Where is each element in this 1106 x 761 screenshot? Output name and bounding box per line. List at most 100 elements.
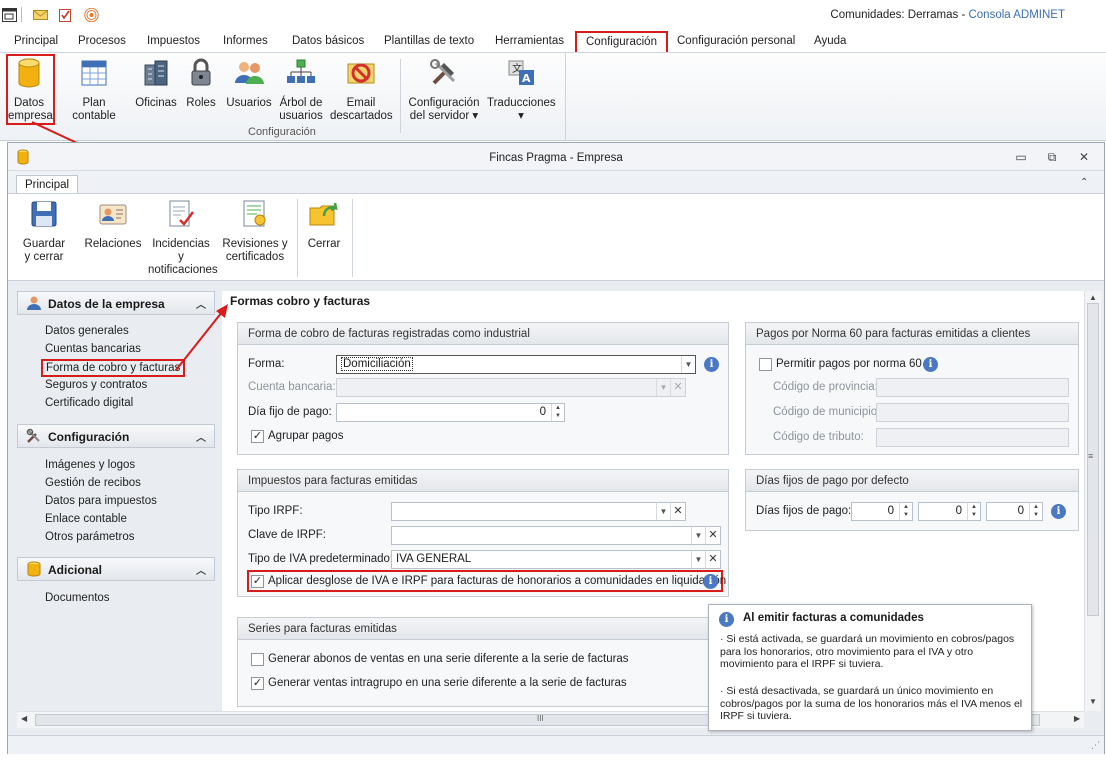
- nav-item-imagenes-logos[interactable]: Imágenes y logos: [45, 459, 135, 471]
- collapse-ribbon-icon[interactable]: ⌃: [1080, 177, 1088, 188]
- nav-item-gestion-recibos[interactable]: Gestión de recibos: [45, 477, 141, 489]
- nav-group-adicional[interactable]: Adicional ︿: [17, 557, 215, 581]
- usuarios-button[interactable]: Usuarios: [226, 57, 272, 110]
- minimize-button[interactable]: ▭: [1014, 150, 1028, 164]
- scroll-left-icon[interactable]: ◀: [21, 714, 27, 723]
- tab-informes[interactable]: Informes: [223, 35, 268, 47]
- plan-contable-button[interactable]: Plan contable: [60, 57, 128, 123]
- generar-intragrupo-checkbox[interactable]: ✓: [251, 677, 264, 690]
- tab-herramientas[interactable]: Herramientas: [495, 35, 564, 47]
- tipo-iva-label: Tipo de IVA predeterminado:: [248, 553, 394, 565]
- tab-datos-basicos[interactable]: Datos básicos: [292, 35, 364, 47]
- spinner-icon[interactable]: ▲ ▼: [967, 503, 980, 520]
- revisiones-y-certificados-button[interactable]: Revisiones y certificados: [222, 198, 288, 264]
- codigo-municipio-label: Código de municipio:: [773, 406, 881, 418]
- tipo-irpf-select[interactable]: ▼ ✕: [391, 502, 686, 521]
- dia-fijo-1-input[interactable]: 0 ▲ ▼: [851, 502, 913, 521]
- codigo-provincia-input[interactable]: [876, 378, 1069, 397]
- dia-fijo-2-input[interactable]: 0 ▲ ▼: [918, 502, 981, 521]
- aplicar-desglose-checkbox[interactable]: ✓: [251, 575, 264, 588]
- nav-item-otros-parametros[interactable]: Otros parámetros: [45, 531, 134, 543]
- tab-principal[interactable]: Principal: [14, 35, 58, 47]
- cuenta-bancaria-label: Cuenta bancaria:: [248, 381, 336, 393]
- window-ribbon: Guardar y cerrar Relaciones Incidencias y…: [8, 193, 1104, 281]
- nav-item-cuentas-bancarias[interactable]: Cuentas bancarias: [45, 343, 141, 355]
- clear-icon[interactable]: ✕: [705, 527, 720, 544]
- vertical-scrollbar[interactable]: ▲ ≡ ▼: [1084, 291, 1101, 711]
- oficinas-button[interactable]: Oficinas: [135, 57, 177, 110]
- tooltip-paragraph-2: · Si está desactivada, se guardará un ún…: [720, 685, 1023, 722]
- nav-group-configuracion[interactable]: Configuración ︿: [17, 424, 215, 448]
- arbol-de-usuarios-button[interactable]: Árbol de usuarios: [278, 57, 324, 123]
- info-icon[interactable]: i: [703, 574, 718, 589]
- window-tab-principal[interactable]: Principal: [16, 175, 78, 195]
- nav-item-datos-impuestos[interactable]: Datos para impuestos: [45, 495, 157, 507]
- chevron-down-icon[interactable]: ▼: [656, 503, 670, 520]
- forma-select[interactable]: Domiciliación ▼: [336, 355, 696, 374]
- resize-grip-icon[interactable]: ⋰: [1091, 740, 1100, 751]
- chevron-down-icon[interactable]: ▼: [691, 527, 705, 544]
- clear-icon[interactable]: ✕: [670, 379, 685, 396]
- clear-icon[interactable]: ✕: [705, 551, 720, 568]
- spinner-icon[interactable]: ▲ ▼: [551, 404, 564, 421]
- tab-plantillas-de-texto[interactable]: Plantillas de texto: [384, 35, 474, 47]
- scroll-down-icon[interactable]: ▼: [1089, 697, 1097, 706]
- nav-item-documentos[interactable]: Documentos: [45, 592, 110, 604]
- tab-procesos[interactable]: Procesos: [78, 35, 126, 47]
- red-arrow-2: [175, 304, 228, 371]
- dia-fijo-3-input[interactable]: 0 ▲ ▼: [986, 502, 1043, 521]
- roles-button[interactable]: Roles: [185, 57, 217, 110]
- nav-item-certificado-digital[interactable]: Certificado digital: [45, 397, 133, 409]
- incidencias-y-notificaciones-button[interactable]: Incidencias y notificaciones: [148, 198, 218, 277]
- broadcast-icon[interactable]: [84, 8, 99, 22]
- clave-irpf-select[interactable]: ▼ ✕: [391, 526, 721, 545]
- mail-icon[interactable]: [33, 8, 48, 22]
- svg-text:A: A: [522, 72, 531, 85]
- scroll-right-icon[interactable]: ▶: [1074, 714, 1080, 723]
- tab-configuracion[interactable]: Configuración: [575, 31, 668, 53]
- quick-access-bar: Comunidades: Derramas - Consola ADMINET: [0, 0, 1106, 31]
- chevron-down-icon[interactable]: ▼: [656, 379, 670, 396]
- info-icon[interactable]: i: [704, 357, 719, 372]
- guardar-y-cerrar-button[interactable]: Guardar y cerrar: [18, 198, 70, 264]
- agrupar-pagos-checkbox[interactable]: ✓: [251, 430, 264, 443]
- tab-impuestos[interactable]: Impuestos: [147, 35, 200, 47]
- tooltip-paragraph-1: · Si está activada, se guardará un movim…: [720, 633, 1015, 670]
- info-icon[interactable]: i: [923, 357, 938, 372]
- nav-item-enlace-contable[interactable]: Enlace contable: [45, 513, 127, 525]
- info-icon[interactable]: i: [1051, 504, 1066, 519]
- tab-ayuda[interactable]: Ayuda: [814, 35, 846, 47]
- generar-abonos-checkbox[interactable]: [251, 653, 264, 666]
- tools-small-icon: [26, 428, 40, 443]
- cerrar-button[interactable]: Cerrar: [304, 198, 344, 251]
- spinner-icon[interactable]: ▲ ▼: [1029, 503, 1042, 520]
- permitir-norma60-checkbox[interactable]: [759, 358, 772, 371]
- relaciones-button[interactable]: Relaciones: [84, 198, 142, 251]
- ribbon-group-label: Configuración: [248, 126, 316, 138]
- clear-icon[interactable]: ✕: [670, 503, 685, 520]
- tasks-icon[interactable]: [58, 8, 73, 22]
- nav-item-seguros-contratos[interactable]: Seguros y contratos: [45, 379, 147, 391]
- dia-fijo-input[interactable]: 0 ▲ ▼: [336, 403, 565, 422]
- traducciones-button[interactable]: 文A Traducciones ▾: [487, 57, 556, 123]
- codigo-provincia-label: Código de provincia:: [773, 381, 878, 393]
- agrupar-pagos-label: Agrupar pagos: [268, 430, 344, 442]
- restore-button[interactable]: ⧉: [1045, 150, 1059, 164]
- chevron-down-icon[interactable]: ▼: [681, 356, 695, 373]
- cuenta-bancaria-select[interactable]: ▼ ✕: [336, 378, 686, 397]
- codigo-tributo-input[interactable]: [876, 428, 1069, 447]
- email-descartados-button[interactable]: Email descartados: [330, 57, 393, 123]
- nav-item-datos-generales[interactable]: Datos generales: [45, 325, 129, 337]
- spinner-icon[interactable]: ▲ ▼: [899, 503, 912, 520]
- app-window-icon[interactable]: [2, 8, 17, 22]
- scroll-up-icon[interactable]: ▲: [1089, 293, 1097, 302]
- chevron-up-icon: ︿: [196, 433, 206, 444]
- tipo-iva-select[interactable]: IVA GENERAL ▼ ✕: [391, 550, 721, 569]
- codigo-municipio-input[interactable]: [876, 403, 1069, 422]
- tab-configuracion-personal[interactable]: Configuración personal: [677, 35, 795, 47]
- configuracion-del-servidor-button[interactable]: Configuración del servidor ▾: [408, 57, 480, 123]
- nav-item-forma-de-cobro[interactable]: Forma de cobro y facturas: [41, 359, 186, 377]
- panel-norma-60-title: Pagos por Norma 60 para facturas emitida…: [746, 323, 1078, 345]
- close-window-button[interactable]: ✕: [1077, 150, 1091, 164]
- chevron-down-icon[interactable]: ▼: [691, 551, 705, 568]
